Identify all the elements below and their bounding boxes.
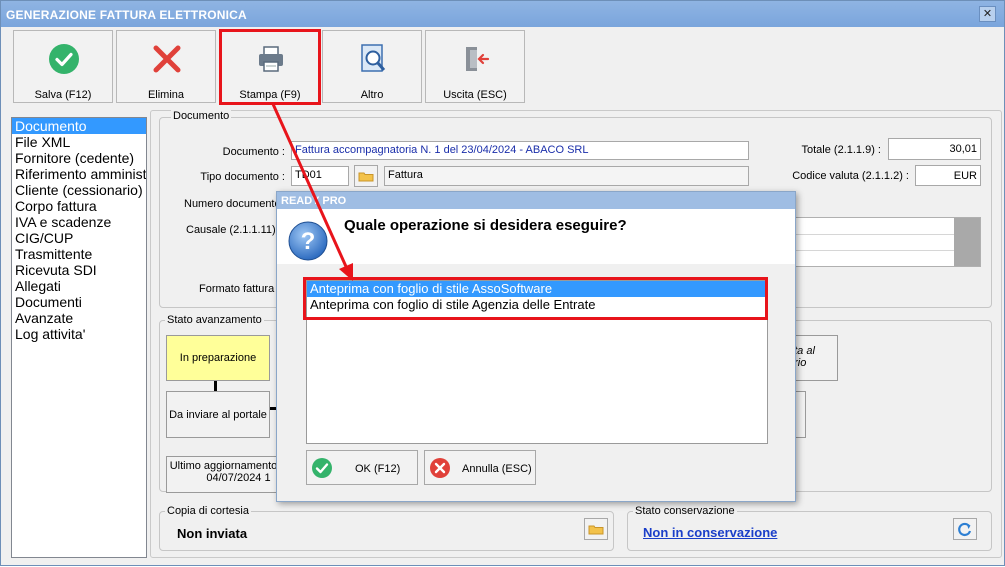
annotation-arrow: [271, 103, 353, 281]
main-window: GENERAZIONE FATTURA ELETTRONICA ✕ Salva …: [0, 0, 1005, 566]
